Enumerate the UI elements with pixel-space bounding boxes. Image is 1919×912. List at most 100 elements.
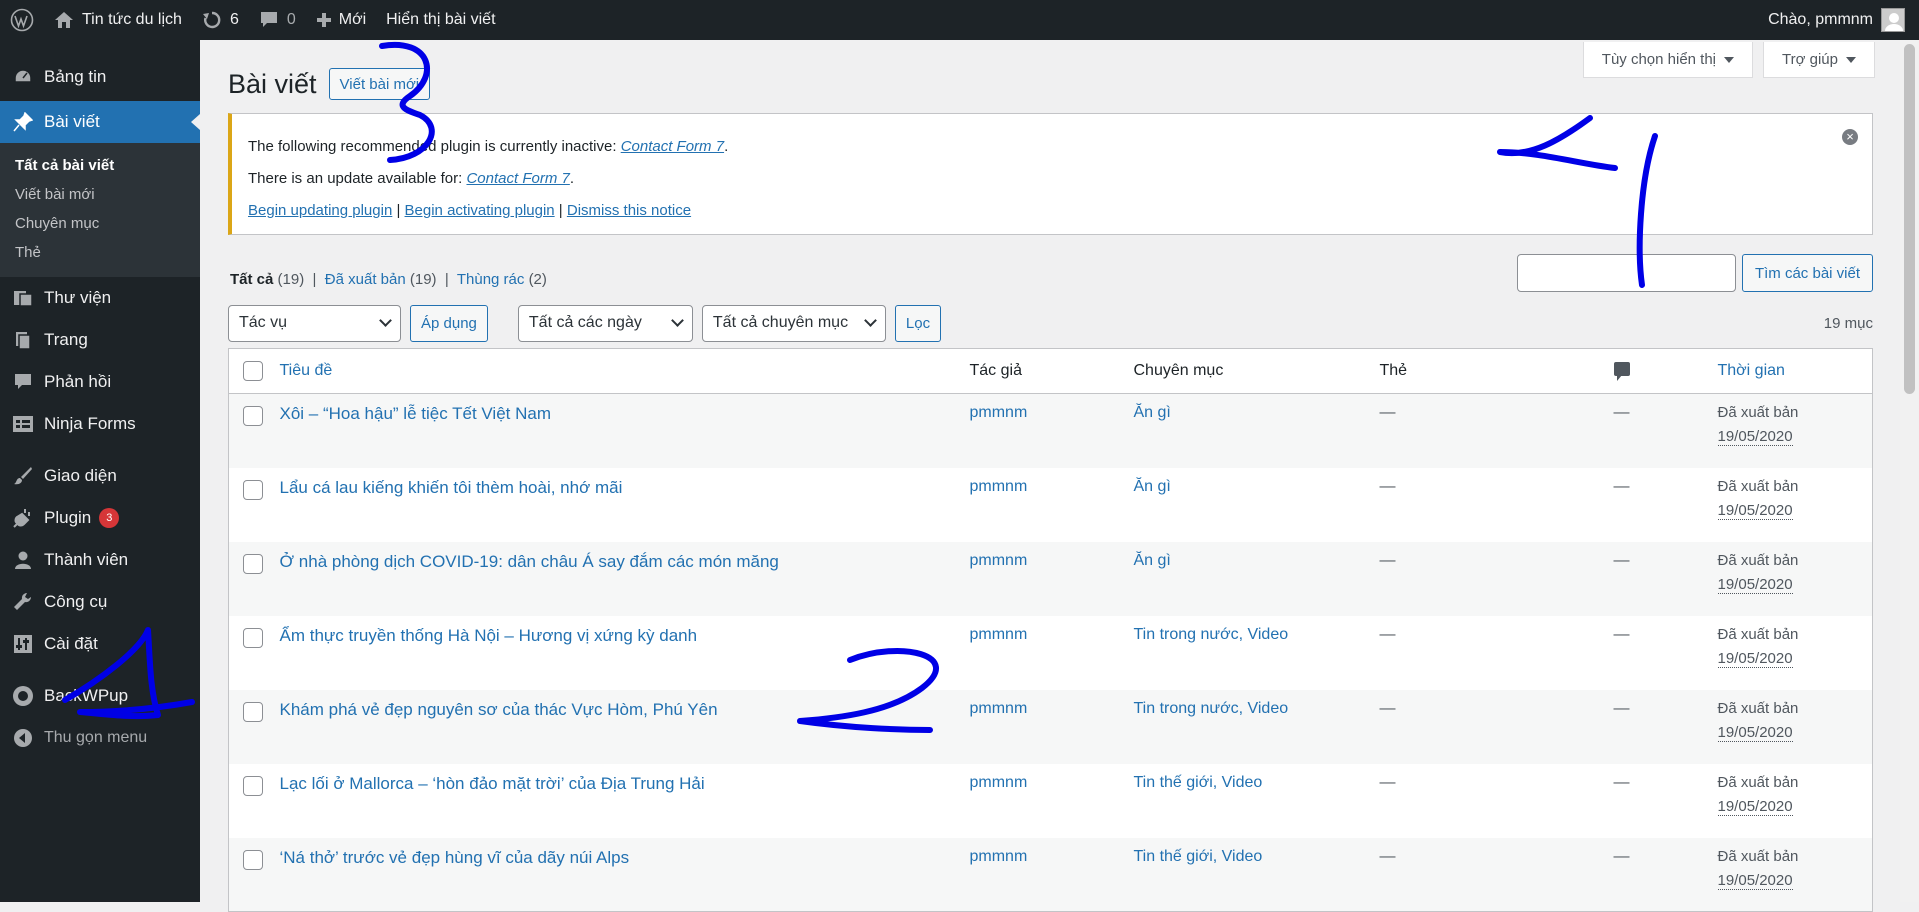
view-published-link[interactable]: Đã xuất bản (19) <box>325 271 437 288</box>
begin-activating-plugin-link[interactable]: Begin activating plugin <box>405 202 555 219</box>
row-checkbox[interactable] <box>243 479 263 500</box>
categories-cell: Tin trong nước, Video <box>1134 690 1380 764</box>
post-title-link[interactable]: Lạc lối ở Mallorca – ‘hòn đảo mặt trời’ … <box>280 774 705 793</box>
apply-button[interactable]: Áp dụng <box>410 304 488 342</box>
column-date[interactable]: Thời gian <box>1717 348 1873 394</box>
menu-tools[interactable]: Công cụ <box>0 581 200 623</box>
post-title-cell: Khám phá vẻ đẹp nguyên sơ của thác Vực H… <box>280 690 970 764</box>
comments-link[interactable]: 0 <box>249 0 306 40</box>
row-checkbox[interactable] <box>243 627 263 648</box>
screen-options-label: Tùy chọn hiển thị <box>1601 51 1717 68</box>
menu-comments[interactable]: Phản hồi <box>0 361 200 403</box>
categories-link[interactable]: Tin thế giới, Video <box>1134 848 1263 865</box>
post-title-link[interactable]: Ở nhà phòng dịch COVID-19: dân châu Á sa… <box>280 552 779 571</box>
row-checkbox[interactable] <box>243 849 263 870</box>
categories-link[interactable]: Ăn gì <box>1134 478 1171 495</box>
help-button[interactable]: Trợ giúp <box>1763 42 1875 78</box>
author-link[interactable]: pmmnm <box>970 626 1028 643</box>
post-title-link[interactable]: Khám phá vẻ đẹp nguyên sơ của thác Vực H… <box>280 700 718 719</box>
updates-link[interactable]: 6 <box>192 0 249 40</box>
categories-link[interactable]: Tin thế giới, Video <box>1134 774 1263 791</box>
screen-options-button[interactable]: Tùy chọn hiển thị <box>1582 42 1754 78</box>
author-link[interactable]: pmmnm <box>970 848 1028 865</box>
page-title: Bài viết <box>228 68 317 99</box>
site-name-link[interactable]: Tin tức du lịch <box>44 0 192 40</box>
author-link[interactable]: pmmnm <box>970 552 1028 569</box>
dismiss-notice-link[interactable]: Dismiss this notice <box>567 202 691 219</box>
post-status: Đã xuất bản <box>1717 404 1799 421</box>
search-input[interactable] <box>1516 254 1736 292</box>
submenu-categories[interactable]: Chuyên mục <box>0 209 200 238</box>
close-icon[interactable]: × <box>1842 129 1858 145</box>
submenu-all-posts[interactable]: Tất cả bài viết <box>0 151 200 180</box>
scrollbar-thumb[interactable] <box>1904 44 1915 394</box>
category-filter-value: Tất cả chuyên mục <box>712 314 849 331</box>
notice-actions: Begin updating plugin | Begin activating… <box>248 202 692 219</box>
post-title-link[interactable]: Xôi – “Hoa hậu” lễ tiệc Tết Việt Nam <box>280 404 552 423</box>
contact-form-link-update[interactable]: Contact Form 7 <box>466 170 569 187</box>
author-link[interactable]: pmmnm <box>970 700 1028 717</box>
page-scrollbar[interactable] <box>1900 40 1919 902</box>
categories-link[interactable]: Tin trong nước, Video <box>1134 626 1289 643</box>
row-checkbox[interactable] <box>243 553 263 574</box>
new-content-link[interactable]: Mới <box>306 0 376 40</box>
row-checkbox[interactable] <box>243 775 263 796</box>
bulk-action-select[interactable]: Tác vụ <box>228 304 401 342</box>
new-label: Mới <box>338 11 367 28</box>
author-link[interactable]: pmmnm <box>970 774 1028 791</box>
post-date: 19/05/2020 <box>1717 723 1793 742</box>
my-account[interactable]: Chào, pmmnm <box>1768 8 1919 32</box>
notice-line-update: There is an update available for: Contac… <box>248 170 575 187</box>
tags-cell: — <box>1380 616 1614 690</box>
view-trash-link[interactable]: Thùng rác (2) <box>457 271 547 288</box>
author-link[interactable]: pmmnm <box>970 478 1028 495</box>
column-comments[interactable] <box>1613 348 1718 394</box>
chevron-down-icon <box>671 314 684 327</box>
menu-users[interactable]: Thành viên <box>0 539 200 581</box>
submenu-add-new[interactable]: Viết bài mới <box>0 180 200 209</box>
wordpress-logo-icon[interactable] <box>0 0 44 40</box>
category-filter-select[interactable]: Tất cả chuyên mục <box>701 304 886 342</box>
comments-value: — <box>1613 847 1630 865</box>
post-status: Đã xuất bản <box>1717 551 1799 569</box>
categories-link[interactable]: Ăn gì <box>1134 404 1171 421</box>
tags-cell: — <box>1380 542 1614 616</box>
search-posts-button[interactable]: Tìm các bài viết <box>1741 254 1873 292</box>
row-checkbox[interactable] <box>243 701 263 722</box>
menu-media[interactable]: Thư viện <box>0 277 200 319</box>
menu-pages[interactable]: Trang <box>0 319 200 361</box>
post-title-link[interactable]: Lẩu cá lau kiếng khiến tôi thèm hoài, nh… <box>280 478 623 497</box>
submenu-tags[interactable]: Thẻ <box>0 238 200 267</box>
menu-settings[interactable]: Cài đặt <box>0 623 200 665</box>
comment-bubble-icon <box>1613 361 1630 381</box>
post-title-link[interactable]: ‘Ná thở’ trước vẻ đẹp hùng vĩ của dãy nú… <box>280 848 630 867</box>
collapse-menu-button[interactable]: Thu gọn menu <box>0 717 200 759</box>
column-title[interactable]: Tiêu đề <box>279 348 970 394</box>
date-filter-select[interactable]: Tất cả các ngày <box>517 304 693 342</box>
filter-button[interactable]: Lọc <box>894 304 942 342</box>
author-link[interactable]: pmmnm <box>970 404 1028 421</box>
date-cell: Đã xuất bản 19/05/2020 <box>1717 542 1873 616</box>
comments-cell: — <box>1614 616 1718 690</box>
select-all-checkbox[interactable] <box>243 360 263 381</box>
menu-posts[interactable]: Bài viết <box>0 101 200 143</box>
comments-value: — <box>1613 773 1630 791</box>
post-title-link[interactable]: Ẩm thực truyền thống Hà Nội – Hương vị x… <box>280 626 698 645</box>
view-post-link[interactable]: Hiển thị bài viết <box>376 0 505 40</box>
add-new-post-button[interactable]: Viết bài mới <box>328 68 431 100</box>
categories-link[interactable]: Tin trong nước, Video <box>1134 700 1289 717</box>
menu-plugins[interactable]: Plugin 3 <box>0 497 200 539</box>
menu-ninja-forms[interactable]: Ninja Forms <box>0 403 200 445</box>
author-cell: pmmnm <box>970 616 1134 690</box>
contact-form-link-inactive[interactable]: Contact Form 7 <box>621 138 724 155</box>
begin-updating-plugin-link[interactable]: Begin updating plugin <box>248 202 392 219</box>
dashboard-icon <box>12 66 34 88</box>
menu-dashboard[interactable]: Bảng tin <box>0 56 200 98</box>
view-all-link[interactable]: Tất cả (19) <box>230 271 304 288</box>
menu-posts-label: Bài viết <box>44 112 100 131</box>
menu-users-label: Thành viên <box>44 550 129 569</box>
categories-link[interactable]: Ăn gì <box>1134 552 1171 569</box>
menu-appearance[interactable]: Giao diện <box>0 455 200 497</box>
menu-backwpup[interactable]: BackWPup <box>0 675 200 717</box>
row-checkbox[interactable] <box>243 406 263 426</box>
